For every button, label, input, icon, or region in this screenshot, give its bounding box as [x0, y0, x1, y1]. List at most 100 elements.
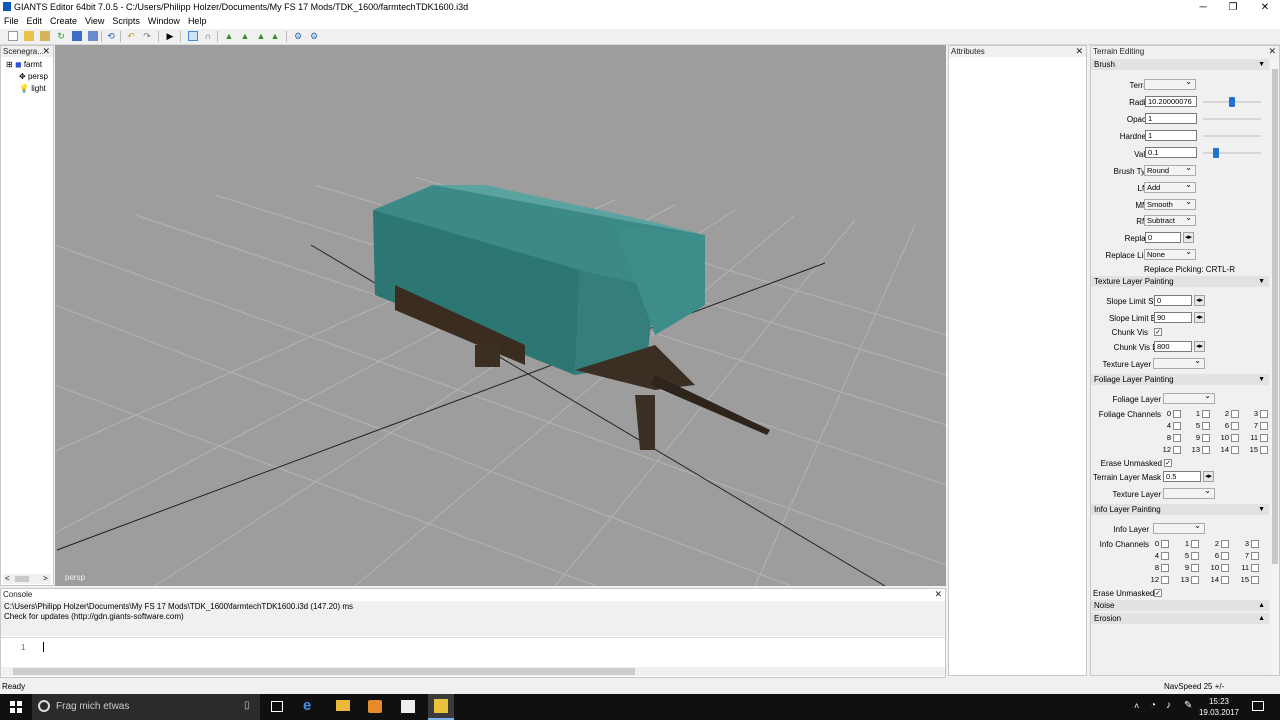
microphone-icon[interactable]: ▯: [244, 700, 250, 711]
chunk-vis-dist-spin-button[interactable]: ◂▸: [1194, 341, 1205, 352]
info-channel-checkbox[interactable]: [1191, 552, 1199, 560]
info-channel-checkbox[interactable]: [1161, 552, 1169, 560]
foliage-channel-checkbox[interactable]: [1260, 434, 1268, 442]
slope-limit-end-input[interactable]: 90: [1154, 312, 1192, 323]
undo-icon[interactable]: ↶: [126, 31, 136, 41]
info-channel-checkbox[interactable]: [1221, 540, 1229, 548]
expand-icon[interactable]: ⊞: [6, 60, 13, 69]
radius-input[interactable]: 10.20000076: [1145, 96, 1197, 107]
info-channel-checkbox[interactable]: [1161, 576, 1169, 584]
clock-time[interactable]: 15:23: [1204, 697, 1234, 706]
chunk-vis-dist-input[interactable]: 800: [1154, 341, 1192, 352]
tree-item[interactable]: ⊞ ◼ farmt: [6, 60, 42, 69]
foliage-channel-checkbox[interactable]: [1260, 422, 1268, 430]
tree-item[interactable]: 💡 light: [19, 84, 46, 93]
replace-limit-select[interactable]: None: [1144, 247, 1196, 260]
foliage-section-header[interactable]: Foliage Layer Painting ▼: [1091, 374, 1269, 385]
replace-spin-button[interactable]: ◂▸: [1183, 232, 1194, 243]
network-icon[interactable]: ◔: [1150, 700, 1156, 711]
noise-section-header[interactable]: Noise ▲: [1091, 600, 1269, 611]
info-layer-icon[interactable]: ▲: [270, 31, 280, 41]
task-view-icon[interactable]: [271, 701, 283, 712]
console-horizontal-scrollbar[interactable]: [1, 667, 945, 676]
menu-create[interactable]: Create: [50, 16, 77, 26]
brush-type-select[interactable]: Round: [1144, 163, 1196, 176]
foliage-channel-checkbox[interactable]: [1202, 446, 1210, 454]
giants-editor-taskbar-button[interactable]: [428, 694, 454, 720]
collapse-arrow-icon[interactable]: ▼: [1258, 276, 1265, 287]
pen-icon[interactable]: ✎: [1184, 700, 1192, 711]
collapse-arrow-icon[interactable]: ▼: [1258, 374, 1265, 385]
opacity-slider[interactable]: [1203, 118, 1261, 120]
foliage-channel-checkbox[interactable]: [1202, 410, 1210, 418]
scroll-left-arrow[interactable]: <: [5, 574, 10, 583]
info-erase-unmasked-checkbox[interactable]: ✓: [1154, 589, 1162, 597]
close-window-button[interactable]: ✕: [1250, 0, 1280, 15]
scroll-right-arrow[interactable]: >: [43, 574, 48, 583]
console-close-button[interactable]: ✕: [934, 589, 942, 600]
menu-edit[interactable]: Edit: [27, 16, 43, 26]
foliage-channel-checkbox[interactable]: [1202, 434, 1210, 442]
erosion-section-header[interactable]: Erosion ▲: [1091, 613, 1269, 624]
info-channel-checkbox[interactable]: [1251, 576, 1259, 584]
terrain-sculpt-icon[interactable]: ▲: [224, 31, 234, 41]
info-channel-checkbox[interactable]: [1221, 576, 1229, 584]
edge-browser-icon[interactable]: e: [303, 697, 311, 714]
media-player-icon[interactable]: [368, 700, 382, 713]
foliage-channel-checkbox[interactable]: [1231, 410, 1239, 418]
info-channel-checkbox[interactable]: [1191, 540, 1199, 548]
windows-start-icon[interactable]: [10, 701, 22, 713]
lmb-select[interactable]: Add: [1144, 180, 1196, 193]
radius-slider-thumb[interactable]: [1229, 97, 1235, 107]
info-channel-checkbox[interactable]: [1251, 540, 1259, 548]
replace-input[interactable]: 0: [1145, 232, 1181, 243]
menu-view[interactable]: View: [85, 16, 104, 26]
redo-icon[interactable]: ↷: [142, 31, 152, 41]
menu-window[interactable]: Window: [148, 16, 180, 26]
info-channel-checkbox[interactable]: [1161, 540, 1169, 548]
foliage-channel-checkbox[interactable]: [1202, 422, 1210, 430]
save-as-icon[interactable]: [88, 31, 98, 41]
clock-date[interactable]: 19.03.2017: [1198, 708, 1240, 717]
info-channel-checkbox[interactable]: [1161, 564, 1169, 572]
foliage-channel-checkbox[interactable]: [1173, 434, 1181, 442]
terrain-panel-scrollbar[interactable]: [1271, 59, 1279, 675]
scrollbar-thumb[interactable]: [13, 668, 635, 675]
terrain-paint-icon[interactable]: ▲: [240, 31, 250, 41]
value-input[interactable]: 0.1: [1145, 147, 1197, 158]
foliage-channel-checkbox[interactable]: [1231, 446, 1239, 454]
scrollbar-thumb[interactable]: [15, 576, 29, 582]
info-section-header[interactable]: Info Layer Painting ▼: [1091, 504, 1269, 515]
attributes-close-button[interactable]: ✕: [1075, 46, 1083, 57]
open-folder-icon[interactable]: [24, 31, 34, 41]
slope-end-spin-button[interactable]: ◂▸: [1194, 312, 1205, 323]
play-icon[interactable]: ▶: [165, 31, 175, 41]
rmb-select[interactable]: Subtract: [1144, 213, 1196, 226]
maximize-button[interactable]: ❐: [1218, 0, 1248, 15]
store-icon[interactable]: [401, 700, 415, 713]
terrain-editing-close-button[interactable]: ✕: [1268, 46, 1276, 57]
opacity-input[interactable]: 1: [1145, 113, 1197, 124]
menu-help[interactable]: Help: [188, 16, 207, 26]
info-channel-checkbox[interactable]: [1221, 552, 1229, 560]
save-icon[interactable]: [72, 31, 82, 41]
value-slider[interactable]: [1203, 148, 1261, 158]
foliage-layer-select[interactable]: [1163, 391, 1215, 404]
select-tool-icon[interactable]: [188, 31, 198, 41]
foliage-channel-checkbox[interactable]: [1260, 446, 1268, 454]
value-slider-thumb[interactable]: [1213, 148, 1219, 158]
radius-slider[interactable]: [1203, 97, 1261, 107]
collapse-arrow-icon[interactable]: ▼: [1258, 59, 1265, 70]
info-channel-checkbox[interactable]: [1191, 564, 1199, 572]
new-file-icon[interactable]: [8, 31, 18, 41]
terrain-select[interactable]: [1144, 77, 1196, 90]
terrain-layer-mask-input[interactable]: 0.5: [1163, 471, 1201, 482]
tools-gear-icon[interactable]: ⚙: [309, 31, 319, 41]
action-center-icon[interactable]: [1252, 701, 1264, 711]
foliage-paint-icon[interactable]: ▲: [256, 31, 266, 41]
console-input[interactable]: 1: [1, 637, 945, 665]
slope-limit-start-input[interactable]: 0: [1154, 295, 1192, 306]
texture-layer-select[interactable]: [1153, 356, 1205, 369]
file-explorer-icon[interactable]: [336, 700, 350, 711]
volume-icon[interactable]: ♪: [1166, 700, 1171, 711]
